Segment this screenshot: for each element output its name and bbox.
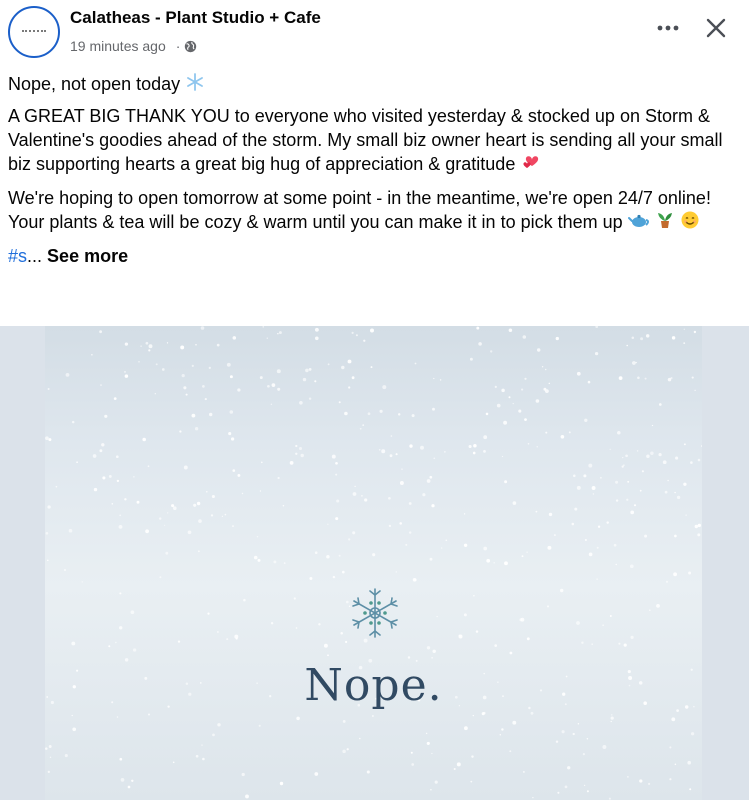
post-line-1-text: Nope, not open today xyxy=(8,74,181,94)
globe-icon[interactable] xyxy=(184,40,197,53)
post-line-1: Nope, not open today xyxy=(8,72,738,98)
post-media[interactable]: Nope. xyxy=(0,326,749,800)
post-meta: 19 minutes ago · xyxy=(70,38,197,54)
post-image[interactable]: Nope. xyxy=(45,326,702,800)
avatar-logo-mark xyxy=(22,30,46,36)
post-text: Nope, not open today A GREAT BIG THANK Y… xyxy=(8,72,738,276)
page-avatar[interactable] xyxy=(8,6,60,58)
snowflake-emoji-icon xyxy=(185,72,205,98)
post-hashtag-line: #s... See more xyxy=(8,244,738,268)
more-options-button[interactable] xyxy=(652,12,684,44)
hashtag-link[interactable]: #s xyxy=(8,246,27,266)
snowflake-icon xyxy=(352,588,398,638)
page-name-link[interactable]: Calatheas - Plant Studio + Cafe xyxy=(70,8,321,28)
ellipsis: ... xyxy=(27,246,43,266)
post-paragraph-3-text: We're hoping to open tomorrow at some po… xyxy=(8,188,711,232)
post-timestamp[interactable]: 19 minutes ago xyxy=(70,38,166,54)
post-header: Calatheas - Plant Studio + Cafe 19 minut… xyxy=(0,0,749,66)
image-caption-text: Nope. xyxy=(304,660,443,711)
more-horizontal-icon xyxy=(657,25,679,31)
post-paragraph-3: We're hoping to open tomorrow at some po… xyxy=(8,186,738,236)
close-icon xyxy=(706,18,726,38)
post-paragraph-2: A GREAT BIG THANK YOU to everyone who vi… xyxy=(8,104,738,178)
two-hearts-emoji-icon xyxy=(520,152,542,178)
smiling-face-emoji-icon xyxy=(680,210,700,236)
close-button[interactable] xyxy=(700,12,732,44)
see-more-button[interactable]: See more xyxy=(47,246,128,266)
post-paragraph-2-text: A GREAT BIG THANK YOU to everyone who vi… xyxy=(8,106,723,174)
teapot-emoji-icon xyxy=(627,210,650,236)
meta-separator: · xyxy=(175,38,181,54)
snow-texture xyxy=(45,326,702,800)
potted-plant-emoji-icon xyxy=(655,210,675,236)
